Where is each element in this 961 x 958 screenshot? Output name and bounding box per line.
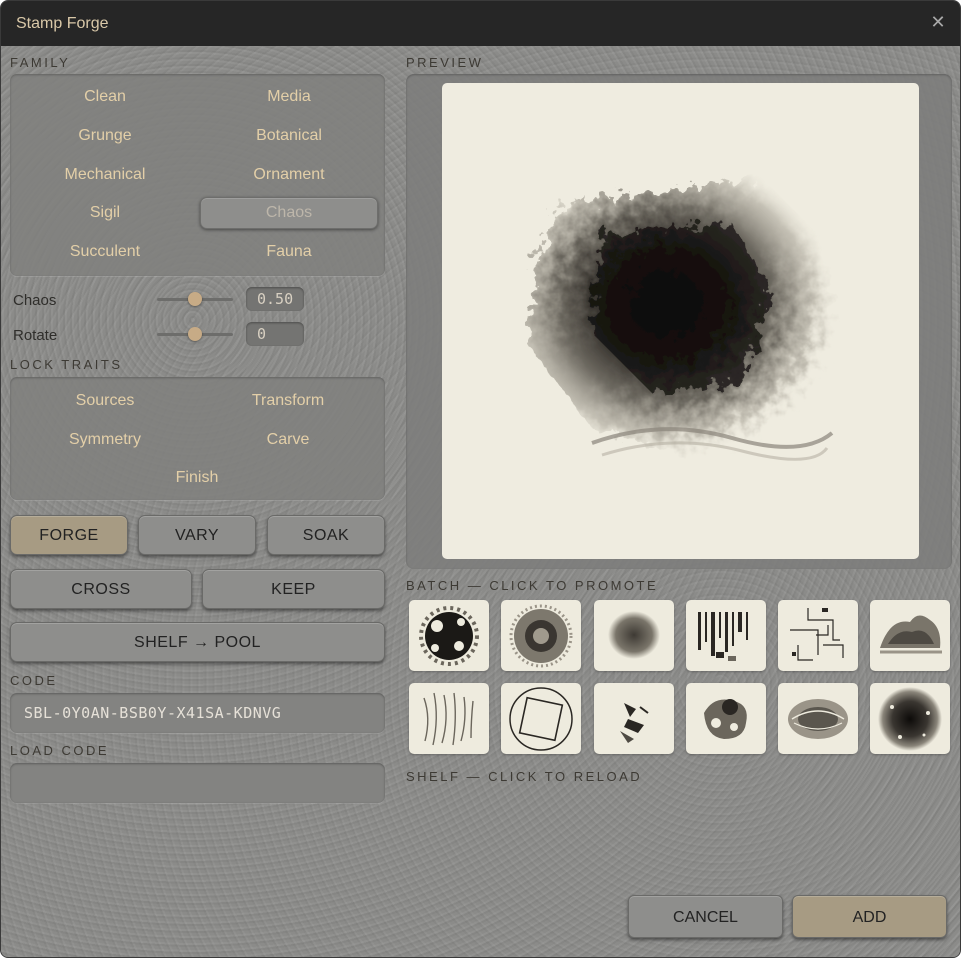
- keep-button[interactable]: KEEP: [202, 569, 385, 609]
- family-chip-botanical[interactable]: Botanical: [200, 120, 378, 152]
- rotate-slider-thumb[interactable]: [188, 327, 202, 341]
- lock-chip-carve[interactable]: Carve: [199, 424, 377, 456]
- stamp-forge-window: Stamp Forge ✕ FAMILY Clean Media Grunge …: [0, 0, 961, 958]
- batch-thumb-12-image: [878, 687, 942, 751]
- lock-traits-panel: Sources Transform Symmetry Carve Finish: [10, 377, 385, 500]
- code-field[interactable]: SBL-0Y0AN-BSB0Y-X41SA-KDNVG: [10, 693, 385, 733]
- batch-thumb-10-image: [704, 699, 747, 739]
- batch-thumb-5[interactable]: [778, 600, 858, 671]
- batch-thumb-8-image: [509, 687, 573, 751]
- close-icon[interactable]: ✕: [928, 12, 948, 32]
- title-bar: Stamp Forge ✕: [1, 1, 960, 46]
- chaos-label: Chaos: [13, 292, 57, 309]
- batch-thumb-2-image: [509, 604, 573, 668]
- lock-chip-finish[interactable]: Finish: [108, 462, 286, 494]
- batch-thumb-11[interactable]: [778, 683, 858, 754]
- batch-thumb-12[interactable]: [870, 683, 950, 754]
- batch-thumb-3[interactable]: [594, 600, 674, 671]
- preview-canvas: [442, 83, 919, 559]
- batch-thumb-3-image: [608, 611, 660, 659]
- batch-thumb-10[interactable]: [686, 683, 766, 754]
- family-chip-grunge[interactable]: Grunge: [16, 120, 194, 152]
- batch-thumb-7[interactable]: [409, 683, 489, 754]
- chaos-slider-thumb[interactable]: [188, 292, 202, 306]
- batch-thumb-2[interactable]: [501, 600, 581, 671]
- batch-thumb-5-image: [790, 608, 844, 661]
- soak-button[interactable]: SOAK: [267, 515, 385, 555]
- load-code-input[interactable]: [10, 763, 385, 803]
- lock-chip-transform[interactable]: Transform: [199, 385, 377, 417]
- preview-stamp-image: [527, 178, 837, 461]
- load-code-label: LOAD CODE: [10, 743, 110, 758]
- batch-thumb-4-image: [698, 612, 748, 661]
- batch-thumb-8[interactable]: [501, 683, 581, 754]
- window-title: Stamp Forge: [16, 15, 109, 32]
- shelf-to-pool-button[interactable]: SHELF → POOL: [10, 622, 385, 662]
- lock-chip-symmetry[interactable]: Symmetry: [16, 424, 194, 456]
- family-chip-sigil[interactable]: Sigil: [16, 197, 194, 229]
- batch-thumb-1-image: [419, 606, 479, 666]
- rotate-label: Rotate: [13, 327, 58, 344]
- code-label: CODE: [10, 673, 58, 688]
- vary-button[interactable]: VARY: [138, 515, 256, 555]
- batch-thumb-6-image: [880, 615, 942, 654]
- batch-thumb-6[interactable]: [870, 600, 950, 671]
- dialog-content: FAMILY Clean Media Grunge Botanical Mech…: [1, 46, 960, 957]
- lock-traits-label: LOCK TRAITS: [10, 357, 123, 372]
- add-button[interactable]: ADD: [792, 895, 947, 938]
- rotate-value-field[interactable]: 0: [246, 322, 304, 346]
- family-chip-clean[interactable]: Clean: [16, 81, 194, 113]
- batch-thumb-4[interactable]: [686, 600, 766, 671]
- batch-thumb-9[interactable]: [594, 683, 674, 754]
- lock-chip-sources[interactable]: Sources: [16, 385, 194, 417]
- forge-button[interactable]: FORGE: [10, 515, 128, 555]
- family-chip-media[interactable]: Media: [200, 81, 378, 113]
- family-chip-succulent[interactable]: Succulent: [16, 236, 194, 268]
- cancel-button[interactable]: CANCEL: [628, 895, 783, 938]
- family-chip-ornament[interactable]: Ornament: [200, 159, 378, 191]
- shelf-area: [406, 789, 952, 879]
- family-chip-mechanical[interactable]: Mechanical: [16, 159, 194, 191]
- family-panel: Clean Media Grunge Botanical Mechanical …: [10, 74, 385, 276]
- cross-button[interactable]: CROSS: [10, 569, 192, 609]
- batch-thumb-11-image: [788, 699, 848, 739]
- family-chip-fauna[interactable]: Fauna: [200, 236, 378, 268]
- preview-label: PREVIEW: [406, 55, 484, 70]
- family-label: FAMILY: [10, 55, 71, 70]
- shelf-label: SHELF — CLICK TO RELOAD: [406, 769, 643, 784]
- chaos-value-field[interactable]: 0.50: [246, 287, 304, 311]
- batch-thumb-9-image: [620, 703, 649, 743]
- family-chip-chaos[interactable]: Chaos: [200, 197, 378, 229]
- batch-thumb-7-image: [423, 692, 474, 746]
- batch-thumb-1[interactable]: [409, 600, 489, 671]
- batch-label: BATCH — CLICK TO PROMOTE: [406, 578, 659, 593]
